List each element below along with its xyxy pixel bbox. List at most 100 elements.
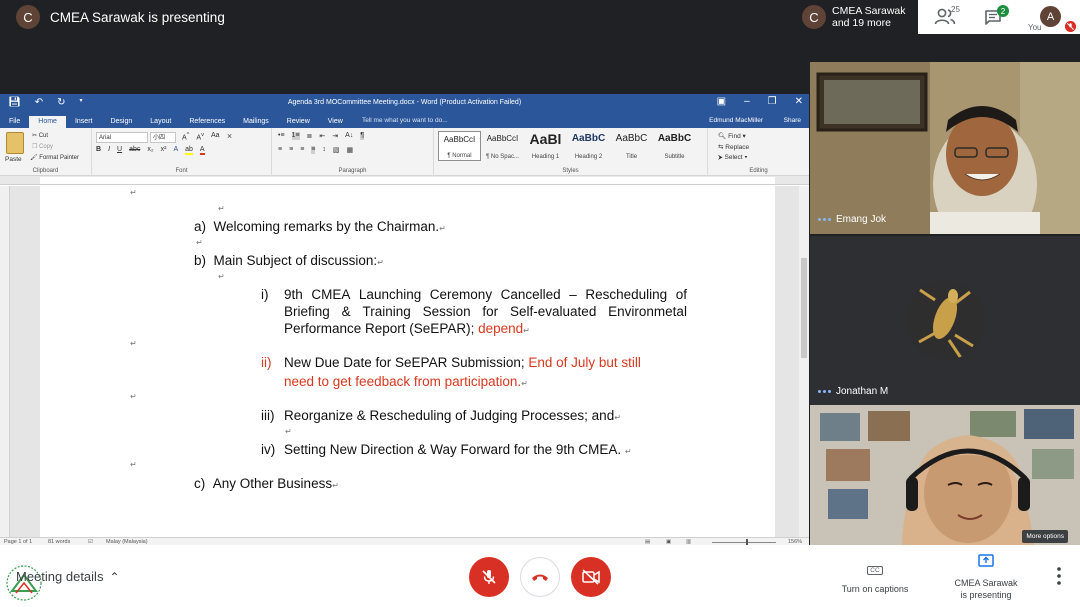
style-normal[interactable]: AaBbCcI ¶ Normal <box>438 131 481 161</box>
close-icon[interactable]: ✕ <box>795 96 803 107</box>
tell-me-search[interactable]: Tell me what you want to do... <box>362 117 448 124</box>
underline-icon[interactable]: U <box>117 146 122 155</box>
participants-chip[interactable]: C CMEA Sarawak and 19 more <box>796 0 918 34</box>
ruler-strip <box>40 177 775 184</box>
word: Ceremony <box>429 287 493 302</box>
paragraph-mark: ↵ <box>218 272 225 281</box>
italic-icon[interactable]: I <box>108 146 110 155</box>
style-name: Title <box>625 154 638 160</box>
font-name-select[interactable]: Arial <box>96 132 148 143</box>
clear-format-icon[interactable]: ⨯ <box>227 132 233 141</box>
paragraph-group: •≡ 1≡ ≣ ⇤ ⇥ A↓ ¶ ≡ ≡ ≡ ≡ ↕ ▧ ▦ Paragraph <box>272 128 434 176</box>
align-center-icon[interactable]: ≡ <box>289 146 293 154</box>
copy-button[interactable]: ❐ Copy <box>32 143 53 150</box>
font-size-select[interactable]: 小四 <box>150 132 176 143</box>
bullets-icon[interactable]: •≡ <box>278 132 285 140</box>
grow-font-icon[interactable]: A^ <box>182 132 189 141</box>
captions-label: Turn on captions <box>841 584 909 594</box>
bold-icon[interactable]: B <box>96 146 101 155</box>
zoom-slider[interactable] <box>712 542 776 543</box>
scrollbar-thumb[interactable] <box>801 258 807 358</box>
align-left-icon[interactable]: ≡ <box>278 146 282 154</box>
sub-item-i-line3: Performance Report (SeEPAR); depend↵ <box>284 321 530 336</box>
find-button[interactable]: 🔍︎ Find ▾ <box>718 132 746 140</box>
sub-item-i-line1: 9th CMEA Launching Ceremony Cancelled – … <box>284 287 687 302</box>
video-tile-jonathan-m[interactable]: Jonathan M <box>810 236 1080 405</box>
minimize-icon[interactable]: – <box>744 96 750 107</box>
cut-button[interactable]: ✂ Cut <box>32 132 48 139</box>
restore-icon[interactable]: ❐ <box>768 96 777 107</box>
share-button[interactable]: Share <box>784 117 801 124</box>
increase-indent-icon[interactable]: ⇥ <box>332 132 338 140</box>
style-sample: AaBbC <box>615 133 648 144</box>
word: of <box>675 287 687 302</box>
video-tile-participant-3[interactable]: More options <box>810 405 1080 545</box>
muted-mic-icon <box>1065 21 1076 32</box>
justify-icon[interactable]: ≡ <box>311 146 316 154</box>
captions-button[interactable]: CC Turn on captions <box>833 559 917 594</box>
leave-call-button[interactable] <box>520 557 560 597</box>
align-right-icon[interactable]: ≡ <box>300 146 304 154</box>
word-window: 💾︎ ↶ ↻ ▾ Agenda 3rd MOCommittee Meeting.… <box>0 94 809 547</box>
item-text: Main Subject of discussion: <box>213 253 378 268</box>
text-effects-icon[interactable]: A <box>173 146 178 155</box>
vertical-ruler[interactable] <box>0 186 10 537</box>
tab-design[interactable]: Design <box>101 116 141 128</box>
paragraph-label: Paragraph <box>338 168 367 174</box>
document-area: ↵ ↵ a) Welcoming remarks by the Chairman… <box>0 186 809 537</box>
style-no-spacing[interactable]: AaBbCcI ¶ No Spac... <box>481 131 524 161</box>
multilevel-list-icon[interactable]: ≣ <box>307 132 313 140</box>
tab-home[interactable]: Home <box>29 116 66 128</box>
style-heading-2[interactable]: AaBbC Heading 2 <box>567 131 610 161</box>
video-tile-emang-jok[interactable]: Emang Jok <box>810 62 1080 234</box>
format-painter-button[interactable]: 🖌︎ Format Painter <box>30 154 79 161</box>
replace-button[interactable]: ⇆ Replace <box>718 143 749 151</box>
ribbon-display-icon[interactable]: ▣ <box>717 96 726 107</box>
clipboard-group: Paste ✂ Cut ❐ Copy 🖌︎ Format Painter Cli… <box>0 128 92 176</box>
paste-button[interactable]: Paste <box>5 156 22 163</box>
present-button[interactable]: CMEA Sarawak is presenting <box>944 554 1028 601</box>
line-text: Performance Report (SeEPAR); <box>284 321 475 336</box>
tab-insert[interactable]: Insert <box>66 116 102 128</box>
signed-in-user[interactable]: Edmund MacMiller <box>709 117 763 124</box>
line-spacing-icon[interactable]: ↕ <box>322 146 326 154</box>
change-case-icon[interactable]: Aa <box>211 132 220 141</box>
document-page[interactable]: ↵ ↵ a) Welcoming remarks by the Chairman… <box>40 186 775 537</box>
style-subtitle[interactable]: AaBbC Subtitle <box>653 131 696 161</box>
subscript-icon[interactable]: x₂ <box>147 146 153 155</box>
you-label: You <box>1028 23 1042 32</box>
strikethrough-icon[interactable]: abc <box>129 146 140 155</box>
tab-file[interactable]: File <box>0 116 29 128</box>
more-vert-icon[interactable] <box>1052 565 1066 587</box>
chevron-up-icon: ⌃ <box>109 569 120 584</box>
highlight-icon[interactable]: ab <box>185 146 193 155</box>
numbering-icon[interactable]: 1≡ <box>291 132 300 140</box>
sub-item-iii-label: iii) <box>261 408 275 423</box>
camera-off-button[interactable] <box>571 557 611 597</box>
select-button[interactable]: ⮞ Select ▾ <box>718 154 748 162</box>
horizontal-ruler[interactable] <box>0 176 809 185</box>
borders-icon[interactable]: ▦ <box>347 146 354 154</box>
decrease-indent-icon[interactable]: ⇤ <box>319 132 325 140</box>
paste-icon[interactable] <box>6 132 24 154</box>
tab-mailings[interactable]: Mailings <box>234 116 278 128</box>
meeting-details-button[interactable]: Meeting details ⌃ <box>16 569 120 584</box>
font-color-icon[interactable]: A <box>199 146 205 155</box>
word: Environmetal <box>608 304 687 319</box>
sort-icon[interactable]: A↓ <box>345 132 353 140</box>
style-sample: AaBbCcI <box>443 135 476 144</box>
style-heading-1[interactable]: AaBl Heading 1 <box>524 131 567 161</box>
tab-layout[interactable]: Layout <box>141 116 180 128</box>
vertical-scrollbar[interactable] <box>799 186 809 537</box>
shading-icon[interactable]: ▧ <box>333 146 340 154</box>
show-marks-icon[interactable]: ¶ <box>360 132 365 140</box>
shrink-font-icon[interactable]: Av <box>196 132 204 141</box>
present-label-line1: CMEA Sarawak <box>954 578 1018 588</box>
tab-references[interactable]: References <box>180 116 234 128</box>
style-title[interactable]: AaBbC Title <box>610 131 653 161</box>
superscript-icon[interactable]: x² <box>161 146 167 155</box>
mic-off-button[interactable] <box>469 557 509 597</box>
tab-view[interactable]: View <box>319 116 352 128</box>
tab-review[interactable]: Review <box>278 116 319 128</box>
you-avatar[interactable]: A <box>1040 6 1061 27</box>
